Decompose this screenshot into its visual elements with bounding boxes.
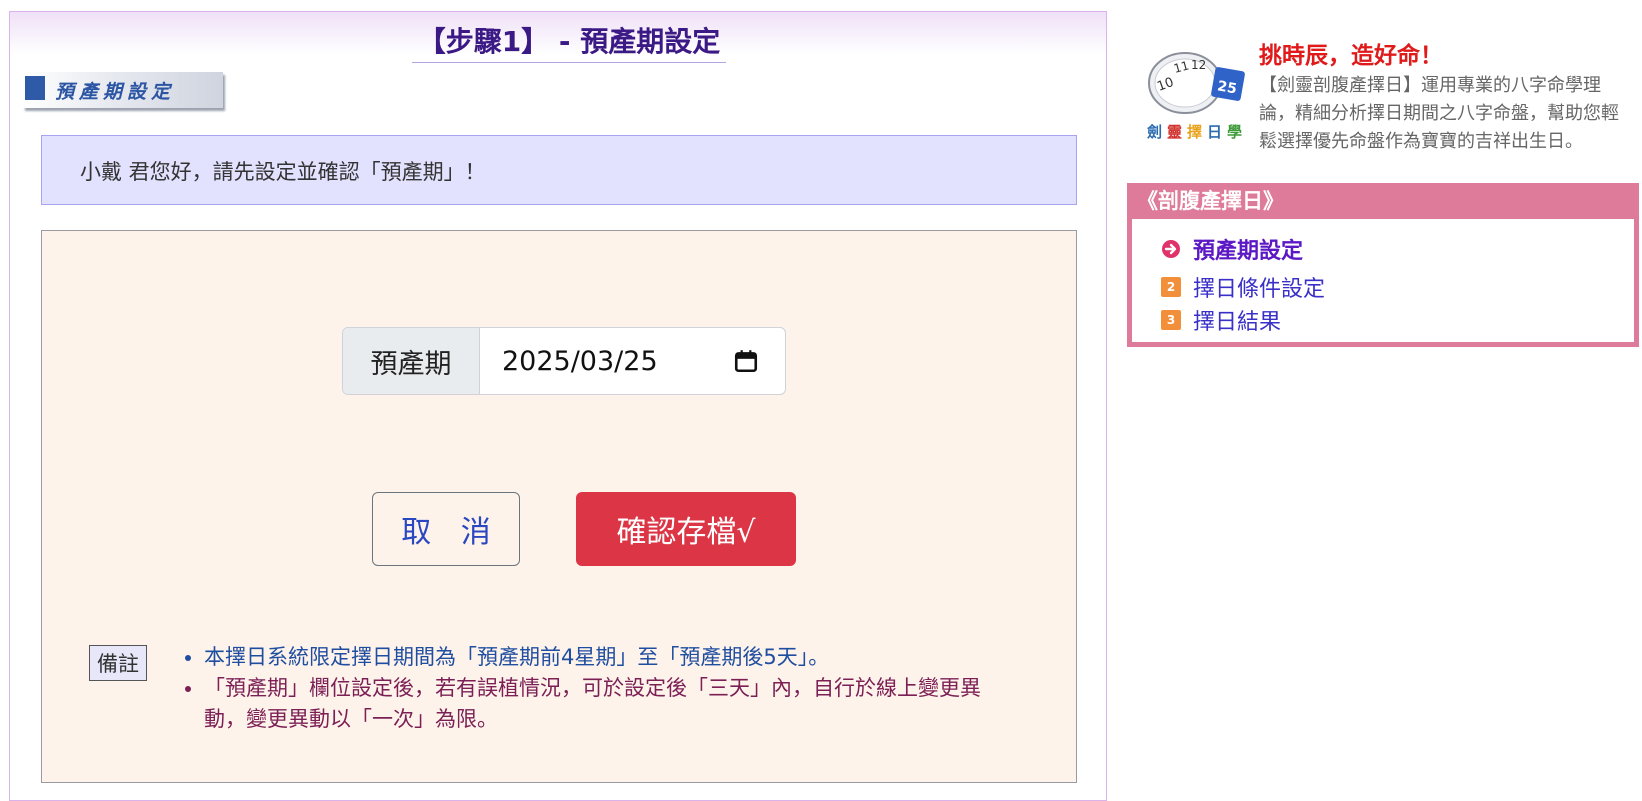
note-item: 本擇日系統限定擇日期間為「預產期前4星期」至「預產期後5天」。	[204, 642, 1004, 673]
due-date-label: 預產期	[343, 328, 480, 394]
notes-label: 備註	[89, 645, 147, 681]
note-item: 「預產期」欄位設定後，若有誤植情況，可於設定後「三天」內，自行於線上變更異動，變…	[204, 673, 1004, 735]
calendar-icon[interactable]	[733, 348, 759, 374]
svg-text:25: 25	[1216, 78, 1238, 97]
svg-text:12: 12	[1191, 58, 1206, 72]
sidebar-item-label: 擇日結果	[1193, 310, 1282, 335]
due-date-value: 2025/03/25	[502, 345, 658, 377]
svg-text:日: 日	[1207, 123, 1222, 141]
svg-text:靈: 靈	[1167, 123, 1182, 141]
sidebar-slogan: 挑時辰，造好命！	[1259, 43, 1443, 69]
main-panel: 【步驟1】 - 預產期設定 預產期設定 小戴 君您好，請先設定並確認「預產期」！…	[9, 11, 1107, 801]
step-number-badge: 2	[1161, 277, 1181, 297]
clock-calendar-logo: 10 11 12 25 劍 靈 擇 日 學	[1147, 52, 1245, 141]
due-date-input-group: 預產期 2025/03/25	[342, 327, 786, 395]
due-date-input[interactable]: 2025/03/25	[480, 328, 785, 394]
sidebar-item-due-date[interactable]: 預產期設定	[1161, 233, 1303, 265]
notes-list: 本擇日系統限定擇日期間為「預產期前4星期」至「預產期後5天」。 「預產期」欄位設…	[182, 642, 1004, 735]
sidebar-item-results[interactable]: 3 擇日結果	[1161, 304, 1281, 336]
section-banner: 預產期設定	[23, 72, 223, 108]
step-number-badge: 3	[1161, 310, 1181, 330]
greeting-message: 小戴 君您好，請先設定並確認「預產期」！	[41, 135, 1077, 205]
sidebar-item-label: 預產期設定	[1193, 239, 1304, 264]
page-title: 【步驟1】 - 預產期設定	[412, 24, 726, 63]
svg-text:學: 學	[1227, 123, 1242, 141]
cancel-button[interactable]: 取 消	[372, 492, 520, 566]
banner-bar	[25, 76, 45, 100]
sidebar-item-conditions[interactable]: 2 擇日條件設定	[1161, 271, 1325, 303]
due-date-form: 預產期 2025/03/25 取 消 確認存檔√ 備註 本擇日系統限定擇日期間為…	[41, 230, 1077, 783]
sidebar-item-label: 擇日條件設定	[1193, 277, 1326, 302]
confirm-save-button[interactable]: 確認存檔√	[576, 492, 796, 566]
banner-label: 預產期設定	[55, 81, 176, 103]
svg-text:擇: 擇	[1187, 123, 1202, 141]
sidebar-description: 【劍靈剖腹產擇日】運用專業的八字命學理論，精細分析擇日期間之八字命盤，幫助您輕鬆…	[1259, 75, 1619, 152]
arrow-circle-icon	[1162, 240, 1180, 258]
sidebar-nav-header: 《剖腹產擇日》	[1127, 183, 1639, 219]
sidebar-nav: 《剖腹產擇日》 預產期設定 2 擇日條件設定 3 擇日結果	[1127, 183, 1639, 347]
svg-text:劍: 劍	[1147, 123, 1166, 141]
